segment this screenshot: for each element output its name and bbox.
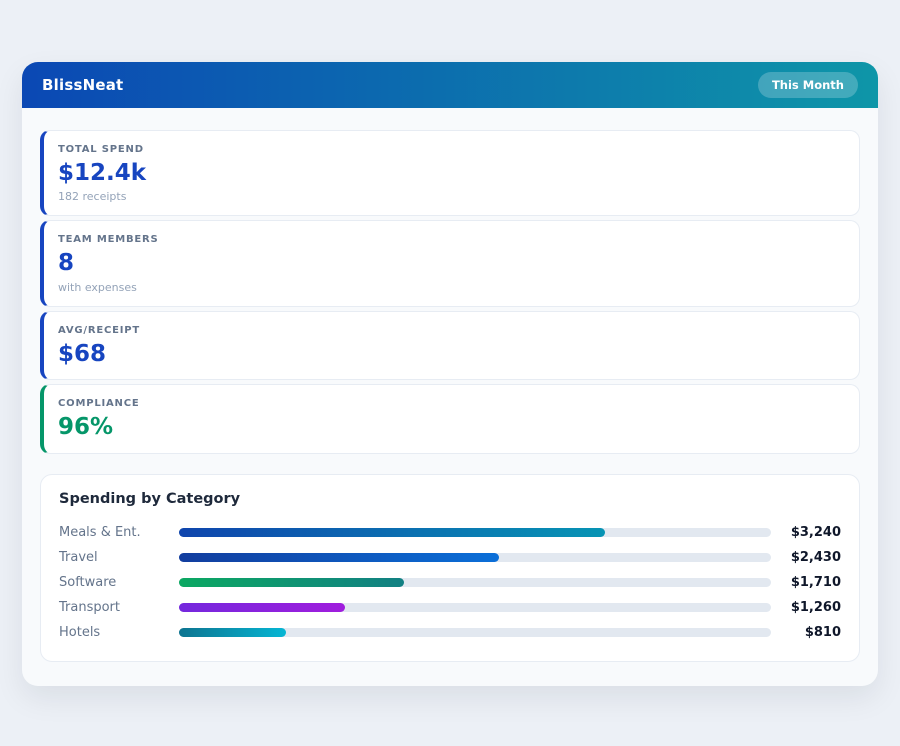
- bar-track: [179, 528, 771, 537]
- chart-row-transport: Transport $1,260: [59, 595, 841, 620]
- stat-value: 8: [58, 250, 845, 276]
- stat-value: $68: [58, 341, 845, 367]
- app-header: BlissNeat This Month: [22, 62, 878, 108]
- stat-value: 96%: [58, 414, 845, 440]
- bar-track: [179, 553, 771, 562]
- stat-label: COMPLIANCE: [58, 398, 845, 409]
- period-badge[interactable]: This Month: [758, 72, 858, 98]
- stat-sub: 182 receipts: [58, 190, 845, 203]
- stat-value: $12.4k: [58, 160, 845, 186]
- bar-track: [179, 603, 771, 612]
- stat-sub: with expenses: [58, 281, 845, 294]
- chart-title: Spending by Category: [59, 491, 841, 507]
- stat-card-compliance: COMPLIANCE 96%: [40, 384, 860, 453]
- category-value: $3,240: [779, 525, 841, 540]
- bar-fill-software: [179, 578, 404, 587]
- app-title: BlissNeat: [42, 76, 123, 94]
- stat-card-team-members: TEAM MEMBERS 8 with expenses: [40, 220, 860, 306]
- category-value: $1,260: [779, 600, 841, 615]
- spending-by-category-chart: Spending by Category Meals & Ent. $3,240…: [40, 474, 860, 662]
- bar-fill-transport: [179, 603, 345, 612]
- category-value: $2,430: [779, 550, 841, 565]
- chart-row-travel: Travel $2,430: [59, 545, 841, 570]
- category-label: Transport: [59, 600, 179, 615]
- category-value: $1,710: [779, 575, 841, 590]
- category-label: Travel: [59, 550, 179, 565]
- category-label: Hotels: [59, 625, 179, 640]
- stat-card-total-spend: TOTAL SPEND $12.4k 182 receipts: [40, 130, 860, 216]
- stat-card-avg-receipt: AVG/RECEIPT $68: [40, 311, 860, 380]
- bar-track: [179, 628, 771, 637]
- chart-row-hotels: Hotels $810: [59, 620, 841, 645]
- category-label: Meals & Ent.: [59, 525, 179, 540]
- category-value: $810: [779, 625, 841, 640]
- category-label: Software: [59, 575, 179, 590]
- chart-row-meals: Meals & Ent. $3,240: [59, 520, 841, 545]
- stat-label: AVG/RECEIPT: [58, 325, 845, 336]
- dashboard-content: TOTAL SPEND $12.4k 182 receipts TEAM MEM…: [22, 108, 878, 662]
- chart-row-software: Software $1,710: [59, 570, 841, 595]
- app-container: BlissNeat This Month TOTAL SPEND $12.4k …: [22, 62, 878, 686]
- bar-track: [179, 578, 771, 587]
- stat-label: TOTAL SPEND: [58, 144, 845, 155]
- bar-fill-hotels: [179, 628, 286, 637]
- stat-label: TEAM MEMBERS: [58, 234, 845, 245]
- bar-fill-travel: [179, 553, 499, 562]
- bar-fill-meals: [179, 528, 605, 537]
